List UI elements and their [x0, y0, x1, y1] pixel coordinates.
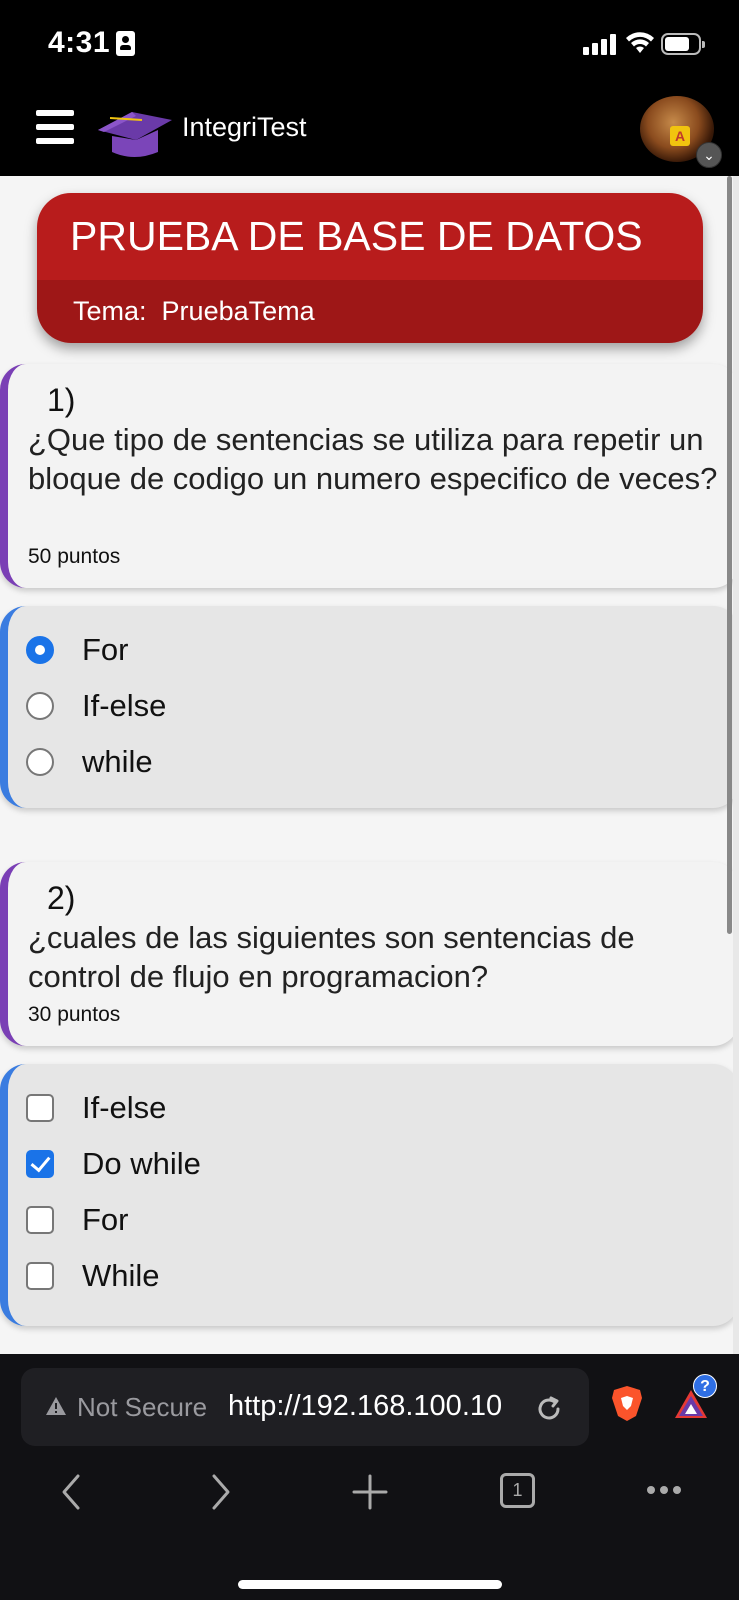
chevron-down-icon[interactable]: ⌄ — [696, 142, 722, 168]
app-header: IntegriTest ⌄ — [0, 88, 739, 176]
option-checkbox[interactable]: While — [26, 1256, 160, 1296]
contact-card-icon — [116, 31, 135, 56]
wifi-icon — [626, 32, 654, 53]
scrollbar-thumb[interactable] — [727, 176, 732, 934]
question-text: ¿Que tipo de sentencias se utiliza para … — [28, 422, 718, 496]
battery-icon — [661, 33, 705, 55]
checkbox[interactable] — [26, 1094, 54, 1122]
scrollbar-track[interactable] — [733, 176, 739, 1354]
question-text: ¿cuales de las siguientes son sentencias… — [28, 920, 635, 994]
warning-icon — [46, 1397, 66, 1415]
security-label: Not Secure — [77, 1392, 208, 1422]
option-label: Do while — [82, 1146, 201, 1181]
option-label: For — [82, 632, 129, 667]
tabs-count: 1 — [512, 1480, 523, 1500]
question-points: 30 puntos — [28, 1003, 121, 1026]
question-card-1: 1) ¿Que tipo de sentencias se utiliza pa… — [0, 364, 739, 588]
forward-icon[interactable] — [206, 1472, 236, 1512]
user-avatar[interactable]: ⌄ — [640, 96, 722, 168]
checkbox[interactable] — [26, 1206, 54, 1234]
options-card-2: If-else Do while For While — [0, 1064, 739, 1326]
reload-icon[interactable] — [533, 1393, 565, 1425]
app-title: IntegriTest — [182, 112, 307, 142]
option-label: For — [82, 1202, 129, 1237]
option-label: while — [82, 744, 153, 779]
exam-title: PRUEBA DE BASE DE DATOS — [37, 193, 703, 280]
option-label: If-else — [82, 1090, 167, 1125]
quiz-content[interactable]: PRUEBA DE BASE DE DATOS Tema: PruebaTema… — [0, 176, 739, 1354]
new-tab-plus-icon[interactable] — [350, 1472, 390, 1512]
option-radio[interactable]: while — [26, 742, 153, 782]
browser-toolbar: Not Secure http://192.168.100.10 ? 1 — [0, 1354, 739, 1600]
options-card-1: For If-else while — [0, 606, 739, 808]
checkbox[interactable] — [26, 1262, 54, 1290]
question-card-2: 2) ¿cuales de las siguientes son sentenc… — [0, 862, 739, 1046]
home-indicator — [238, 1580, 502, 1589]
rewards-badge: ? — [693, 1374, 717, 1398]
topic-value: PruebaTema — [161, 296, 315, 326]
more-options-icon[interactable] — [646, 1484, 682, 1496]
graduation-cap-logo-icon — [98, 112, 172, 157]
address-bar[interactable]: Not Secure http://192.168.100.10 — [21, 1368, 589, 1446]
brave-shield-icon[interactable] — [610, 1384, 644, 1422]
checkbox-checked[interactable] — [26, 1150, 54, 1178]
option-checkbox[interactable]: For — [26, 1200, 129, 1240]
hamburger-menu-icon[interactable] — [36, 110, 74, 146]
option-label: If-else — [82, 688, 167, 723]
option-label: While — [82, 1258, 160, 1293]
back-icon[interactable] — [58, 1472, 88, 1512]
url-text[interactable]: http://192.168.100.10 — [228, 1390, 502, 1423]
cellular-signal-icon — [583, 33, 617, 55]
option-checkbox[interactable]: If-else — [26, 1088, 166, 1128]
radio-button-selected[interactable] — [26, 636, 54, 664]
question-number: 1) — [47, 382, 76, 418]
status-bar: 4:31 — [0, 0, 739, 88]
tabs-button[interactable]: 1 — [500, 1473, 535, 1508]
option-radio[interactable]: If-else — [26, 686, 166, 726]
status-time: 4:31 — [48, 26, 111, 59]
option-radio[interactable]: For — [26, 630, 129, 670]
question-points: 50 puntos — [28, 545, 121, 568]
exam-banner: PRUEBA DE BASE DE DATOS Tema: PruebaTema — [37, 193, 703, 343]
topic-label: Tema: — [73, 296, 147, 326]
radio-button[interactable] — [26, 692, 54, 720]
browser-nav-row: 1 — [0, 1472, 739, 1532]
option-checkbox[interactable]: Do while — [26, 1144, 201, 1184]
question-number: 2) — [47, 880, 76, 916]
radio-button[interactable] — [26, 748, 54, 776]
exam-topic: Tema: PruebaTema — [37, 280, 703, 343]
brave-rewards-icon[interactable]: ? — [673, 1374, 717, 1422]
